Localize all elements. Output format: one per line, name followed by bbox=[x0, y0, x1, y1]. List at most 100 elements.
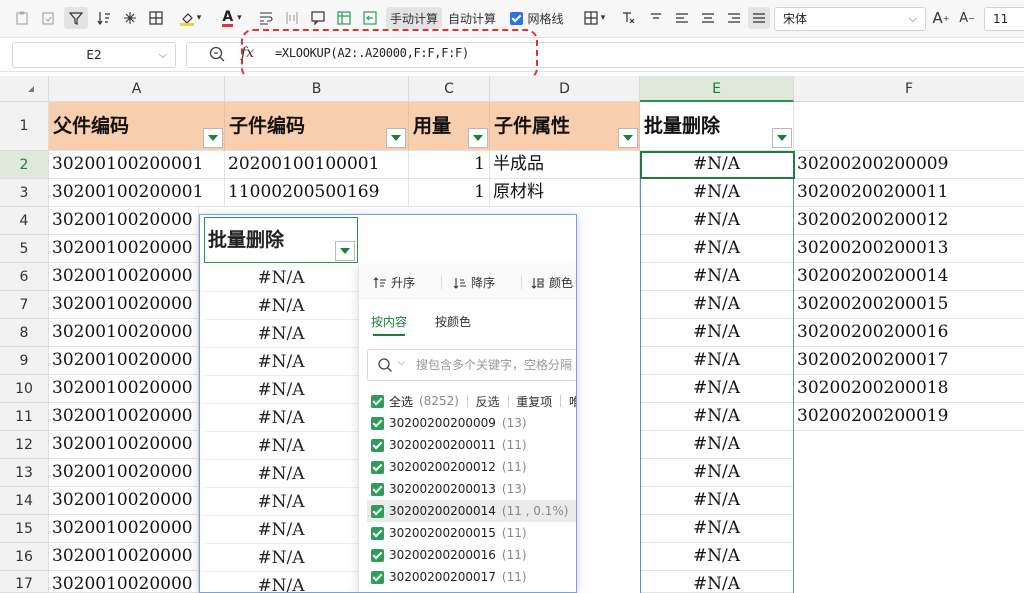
cell-a13[interactable]: 3020010020000 bbox=[49, 459, 199, 487]
duplicates-link[interactable]: 重复项 bbox=[516, 393, 552, 410]
row-header-6[interactable]: 6 bbox=[0, 263, 49, 291]
cell-f7[interactable]: 30200200200015 bbox=[794, 291, 1024, 319]
row-header-3[interactable]: 3 bbox=[0, 179, 49, 207]
filter-list-item[interactable]: 30200200200011 (11) bbox=[371, 434, 576, 456]
cell-a2[interactable]: 30200100200001 bbox=[49, 151, 225, 179]
checkbox[interactable] bbox=[371, 460, 384, 474]
table-style-icon[interactable] bbox=[334, 7, 354, 29]
cell-a4[interactable]: 3020010020000 bbox=[49, 207, 199, 235]
cell-d3[interactable]: 原材料 bbox=[490, 179, 640, 207]
cell-b3[interactable]: 11000200500169 bbox=[225, 179, 409, 207]
align-top-icon[interactable] bbox=[646, 7, 666, 29]
paste-special-icon[interactable] bbox=[38, 7, 58, 29]
cell-e5[interactable]: #N/A bbox=[640, 235, 794, 263]
checkbox[interactable] bbox=[371, 416, 384, 430]
cell-a12[interactable]: 3020010020000 bbox=[49, 431, 199, 459]
select-all-row[interactable]: 全选 (8252) 反选 重复项 唯 bbox=[371, 390, 576, 412]
filter-list-item[interactable]: 30200200200009 (13) bbox=[371, 412, 576, 434]
cell-f4[interactable]: 30200200200012 bbox=[794, 207, 1024, 235]
border-icon[interactable] bbox=[146, 7, 166, 29]
row-header-12[interactable]: 12 bbox=[0, 431, 49, 459]
cell-a7[interactable]: 3020010020000 bbox=[49, 291, 199, 319]
cell-e6[interactable]: #N/A bbox=[640, 263, 794, 291]
cell-e8[interactable]: #N/A bbox=[640, 319, 794, 347]
cell-f9[interactable]: 30200200200017 bbox=[794, 347, 1024, 375]
cell-e16[interactable]: #N/A bbox=[640, 543, 794, 571]
column-header-f[interactable]: F bbox=[794, 76, 1024, 102]
cell-e3[interactable]: #N/A bbox=[640, 179, 794, 207]
comment-icon[interactable] bbox=[308, 7, 328, 29]
cell-e9[interactable]: #N/A bbox=[640, 347, 794, 375]
sort-ascending-button[interactable]: 升序 bbox=[373, 274, 415, 291]
filter-list-item[interactable]: 30200200200016 (11) bbox=[371, 544, 576, 566]
decrease-font-icon[interactable]: A − bbox=[956, 7, 978, 29]
select-all-corner[interactable] bbox=[0, 76, 49, 102]
merge-icon[interactable] bbox=[282, 7, 302, 29]
column-header-c[interactable]: C bbox=[409, 76, 490, 102]
header-cell-b[interactable]: 子件编码 bbox=[225, 102, 409, 151]
column-header-e[interactable]: E bbox=[640, 76, 794, 102]
header-cell-a[interactable]: 父件编码 bbox=[49, 102, 225, 151]
checkbox[interactable] bbox=[371, 570, 384, 584]
cell-e11[interactable]: #N/A bbox=[640, 403, 794, 431]
gridlines-checkbox[interactable] bbox=[510, 11, 524, 25]
row-header-14[interactable]: 14 bbox=[0, 487, 49, 515]
row-header-16[interactable]: 16 bbox=[0, 543, 49, 571]
freeze-icon[interactable] bbox=[120, 7, 140, 29]
align-right-icon[interactable] bbox=[724, 7, 744, 29]
row-header-2[interactable]: 2 bbox=[0, 151, 49, 179]
cell-e7[interactable]: #N/A bbox=[640, 291, 794, 319]
cell-a15[interactable]: 3020010020000 bbox=[49, 515, 199, 543]
cell-a3[interactable]: 30200100200001 bbox=[49, 179, 225, 207]
zoom-icon[interactable] bbox=[208, 45, 226, 63]
invert-selection-link[interactable]: 反选 bbox=[476, 393, 500, 410]
cell-e10[interactable]: #N/A bbox=[640, 375, 794, 403]
header-cell-f[interactable] bbox=[794, 102, 1024, 151]
column-header-b[interactable]: B bbox=[225, 76, 409, 102]
cell-c2[interactable]: 1 bbox=[409, 151, 490, 179]
checkbox[interactable] bbox=[371, 438, 384, 452]
checkbox[interactable] bbox=[371, 394, 384, 408]
row-header-11[interactable]: 11 bbox=[0, 403, 49, 431]
cell-e14[interactable]: #N/A bbox=[640, 487, 794, 515]
font-color-icon[interactable]: A ▾ bbox=[216, 7, 248, 29]
format-icon[interactable]: ▾ bbox=[578, 7, 610, 29]
sort-by-color-button[interactable]: 颜色 bbox=[531, 274, 573, 291]
cell-e12[interactable]: #N/A bbox=[640, 431, 794, 459]
filter-icon[interactable] bbox=[64, 7, 88, 29]
cell-e15[interactable]: #N/A bbox=[640, 515, 794, 543]
name-box[interactable]: E2 ⌵ bbox=[12, 42, 176, 68]
tab-by-content[interactable]: 按内容 bbox=[371, 313, 407, 336]
filter-dropdown-b[interactable] bbox=[386, 128, 406, 148]
filter-list-item[interactable]: 30200200200015 (11) bbox=[371, 522, 576, 544]
cell-a8[interactable]: 3020010020000 bbox=[49, 319, 199, 347]
cell-a10[interactable]: 3020010020000 bbox=[49, 375, 199, 403]
filter-list-item[interactable]: 30200200200017 (11) bbox=[371, 566, 576, 588]
preview-filter-dropdown[interactable] bbox=[335, 241, 355, 261]
cell-e17[interactable]: #N/A bbox=[640, 571, 794, 593]
filter-list-item[interactable]: 30200200200013 (13) bbox=[371, 478, 576, 500]
clear-format-icon[interactable] bbox=[618, 7, 638, 29]
auto-calc-button[interactable]: 自动计算 bbox=[444, 7, 500, 29]
sort-icon[interactable] bbox=[94, 7, 114, 29]
fill-color-icon[interactable]: ▾ bbox=[174, 7, 206, 29]
manual-calc-button[interactable]: 手动计算 bbox=[386, 7, 442, 29]
header-cell-e[interactable]: 批量删除 bbox=[640, 102, 794, 151]
cell-f10[interactable]: 30200200200018 bbox=[794, 375, 1024, 403]
sort-descending-button[interactable]: 降序 bbox=[453, 274, 495, 291]
align-left-icon[interactable] bbox=[672, 7, 692, 29]
unique-link[interactable]: 唯 bbox=[569, 393, 576, 410]
filter-list-item-hovered[interactable]: 30200200200014 (11 , 0.1%) bbox=[367, 500, 576, 522]
cell-f5[interactable]: 30200200200013 bbox=[794, 235, 1024, 263]
column-header-d[interactable]: D bbox=[490, 76, 640, 102]
checkbox[interactable] bbox=[371, 548, 384, 562]
filter-dropdown-d[interactable] bbox=[618, 128, 638, 148]
row-header-4[interactable]: 4 bbox=[0, 207, 49, 235]
cell-a5[interactable]: 3020010020000 bbox=[49, 235, 199, 263]
cell-f11[interactable]: 30200200200019 bbox=[794, 403, 1024, 431]
cell-e4[interactable]: #N/A bbox=[640, 207, 794, 235]
justify-icon[interactable] bbox=[748, 7, 770, 29]
filter-list-item[interactable]: 30200200200012 (11) bbox=[371, 456, 576, 478]
cell-a17[interactable]: 3020010020000 bbox=[49, 571, 199, 593]
row-header-5[interactable]: 5 bbox=[0, 235, 49, 263]
